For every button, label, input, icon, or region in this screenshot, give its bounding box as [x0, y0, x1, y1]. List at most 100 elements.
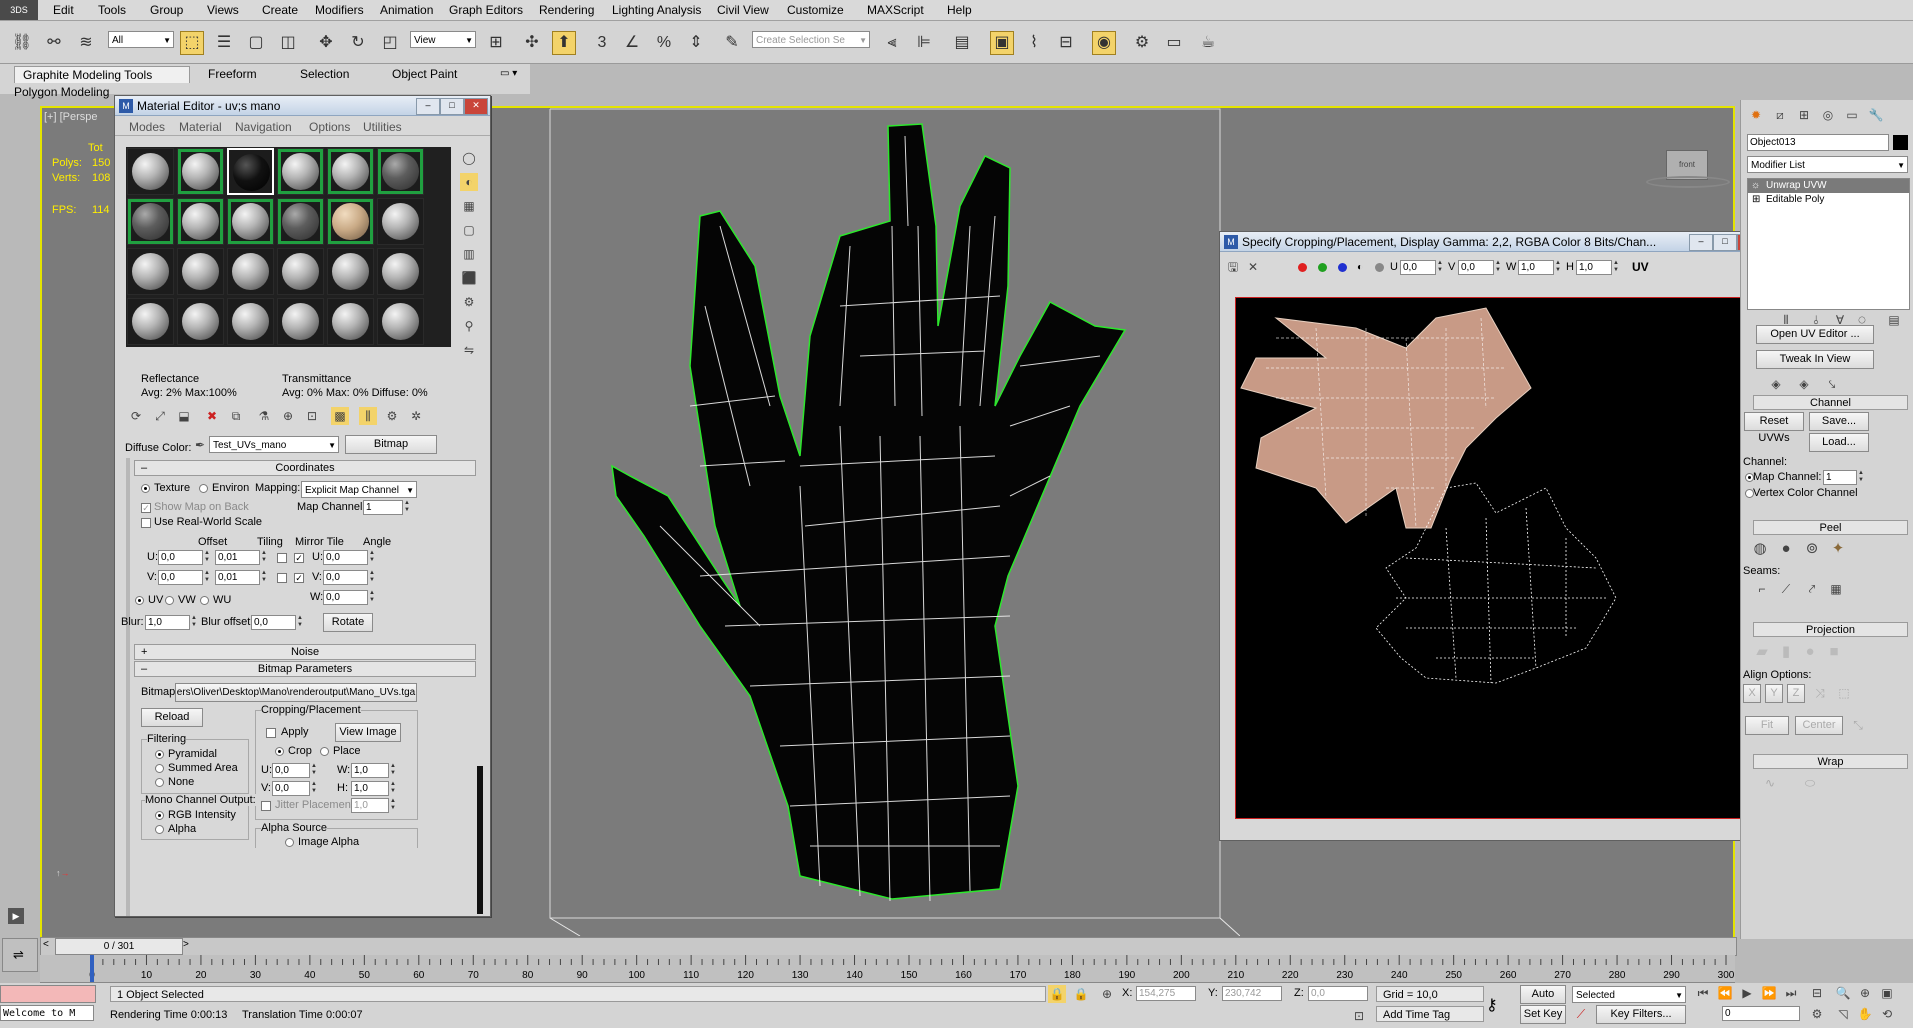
- menu-navigation[interactable]: Navigation: [235, 120, 292, 134]
- box-map-icon[interactable]: ■: [1825, 643, 1843, 661]
- u-offset-spinner[interactable]: ▲ ▼: [204, 550, 212, 565]
- point-to-point-seam-icon[interactable]: ⌐: [1753, 580, 1771, 598]
- material-editor-titlebar[interactable]: M Material Editor - uv;s mano – □ ✕: [115, 96, 490, 116]
- material-editor-icon[interactable]: ◉: [1092, 31, 1116, 55]
- goto-start-icon[interactable]: ⏮: [1694, 984, 1712, 1002]
- align-x-button[interactable]: X: [1743, 684, 1761, 703]
- viewport-label[interactable]: [+] [Perspe: [44, 111, 98, 123]
- move-icon[interactable]: ✥: [314, 31, 338, 55]
- u-tiling-input[interactable]: 0,01: [215, 550, 260, 565]
- quick-peel-icon[interactable]: ◍: [1751, 540, 1769, 558]
- y-coord-input[interactable]: 230,742: [1222, 986, 1282, 1001]
- display-tab-icon[interactable]: ▭: [1843, 106, 1861, 124]
- crop-win-h-input[interactable]: 1,0: [1576, 260, 1612, 275]
- material-id-channel-icon[interactable]: ⊕: [279, 407, 297, 425]
- bitmap-path-button[interactable]: ers\Oliver\Desktop\Mano\renderoutput\Man…: [175, 683, 417, 702]
- go-forward-sibling-icon[interactable]: ⚙: [383, 407, 401, 425]
- map-channel-spinner[interactable]: ▲ ▼: [1858, 470, 1866, 485]
- menu-graph-editors[interactable]: Graph Editors: [449, 3, 523, 17]
- zoom-extents-icon[interactable]: ▣: [1878, 984, 1896, 1002]
- bitmap-parameters-rollout-header[interactable]: – Bitmap Parameters: [134, 661, 476, 677]
- isolate-icon[interactable]: 🔒: [1072, 985, 1090, 1003]
- time-next-icon[interactable]: >: [183, 939, 189, 950]
- reload-button[interactable]: Reload: [141, 708, 203, 727]
- time-config-icon[interactable]: ⚙: [1808, 1005, 1826, 1023]
- graphite-toggle-icon[interactable]: ▣: [990, 31, 1014, 55]
- sample-type-icon[interactable]: ◯: [460, 149, 478, 167]
- crop-v-spinner[interactable]: ▲ ▼: [311, 781, 319, 796]
- uv-tool-icon[interactable]: ◈: [1767, 375, 1785, 393]
- sample-slot[interactable]: [127, 248, 174, 295]
- sample-slot[interactable]: [377, 248, 424, 295]
- crop-window-titlebar[interactable]: M Specify Cropping/Placement, Display Ga…: [1220, 232, 1763, 252]
- menu-maxscript[interactable]: MAXScript: [867, 3, 924, 17]
- minimize-button[interactable]: –: [416, 98, 440, 115]
- apply-checkbox[interactable]: [266, 728, 276, 738]
- selection-lock-icon[interactable]: 🔒: [1048, 985, 1066, 1003]
- app-logo[interactable]: 3DS: [0, 0, 38, 20]
- play-icon[interactable]: ▶: [1738, 984, 1756, 1002]
- sample-slot[interactable]: [277, 198, 324, 245]
- best-align-icon[interactable]: ⤨: [1811, 684, 1829, 702]
- jitter-placement-checkbox[interactable]: [261, 801, 271, 811]
- percent-snap-icon[interactable]: %: [652, 31, 676, 55]
- menu-edit[interactable]: Edit: [53, 3, 74, 17]
- mini-curve-editor-button[interactable]: ⇌: [2, 938, 38, 972]
- cylindrical-map-icon[interactable]: ▮: [1777, 643, 1795, 661]
- maximize-button[interactable]: □: [440, 98, 464, 115]
- blur-offset-input[interactable]: 0,0: [251, 615, 296, 630]
- prev-frame-icon[interactable]: ⏪: [1716, 984, 1734, 1002]
- w-angle-spinner[interactable]: ▲ ▼: [369, 590, 377, 605]
- menu-animation[interactable]: Animation: [380, 3, 433, 17]
- sample-slot[interactable]: [127, 148, 174, 195]
- maxscript-listener-white[interactable]: Welcome to M: [0, 1005, 94, 1021]
- lightbulb-icon[interactable]: ☼: [1751, 179, 1760, 193]
- key-mode-dropdown[interactable]: Selected ▼: [1572, 986, 1686, 1003]
- v-offset-spinner[interactable]: ▲ ▼: [204, 570, 212, 585]
- fit-button[interactable]: Fit: [1745, 716, 1789, 735]
- angle-snap-icon[interactable]: ∠: [620, 31, 644, 55]
- schematic-view-icon[interactable]: ⊟: [1054, 31, 1078, 55]
- current-frame-marker[interactable]: [90, 955, 94, 982]
- z-coord-input[interactable]: 0,0: [1308, 986, 1368, 1001]
- save-uvw-button[interactable]: Save...: [1809, 412, 1869, 431]
- material-editor-scrollbar[interactable]: [477, 766, 483, 914]
- edge-sel-to-seam-icon[interactable]: ⟋: [1777, 580, 1795, 598]
- crop-win-w-spinner[interactable]: ▲ ▼: [1555, 260, 1563, 275]
- pyramidal-radio[interactable]: [155, 750, 164, 759]
- v-tiling-spinner[interactable]: ▲ ▼: [261, 570, 269, 585]
- time-slider[interactable]: < 0 / 301 >: [40, 937, 1737, 956]
- reset-uvws-button[interactable]: Reset UVWs: [1744, 412, 1804, 444]
- mono-channel-icon[interactable]: [1375, 263, 1384, 272]
- map-channel-input[interactable]: 1: [1823, 470, 1857, 485]
- put-to-library-icon[interactable]: ⚗: [255, 407, 273, 425]
- menu-help[interactable]: Help: [947, 3, 972, 17]
- object-color-swatch[interactable]: [1893, 135, 1908, 150]
- sample-slot[interactable]: [277, 248, 324, 295]
- create-tab-icon[interactable]: ✹: [1747, 106, 1765, 124]
- load-uvw-button[interactable]: Load...: [1809, 433, 1869, 452]
- sample-slot[interactable]: [377, 198, 424, 245]
- field-of-view-icon[interactable]: ◹: [1834, 1005, 1852, 1023]
- green-channel-icon[interactable]: [1318, 263, 1327, 272]
- maxscript-listener-pink[interactable]: [0, 985, 96, 1003]
- peel-rollout-header[interactable]: Peel: [1753, 520, 1908, 535]
- add-time-tag[interactable]: Add Time Tag: [1376, 1006, 1484, 1022]
- seam-expand-icon[interactable]: ▦: [1827, 580, 1845, 598]
- crop-w-input[interactable]: 1,0: [351, 763, 389, 778]
- sample-slot[interactable]: [327, 198, 374, 245]
- play-viewport-icon[interactable]: ▶: [8, 908, 24, 924]
- align-view-icon[interactable]: ⬚: [1835, 684, 1853, 702]
- jitter-spinner[interactable]: ▲ ▼: [390, 798, 398, 813]
- sample-slot[interactable]: [277, 298, 324, 345]
- wu-radio[interactable]: [200, 596, 209, 605]
- rgb-intensity-radio[interactable]: [155, 811, 164, 820]
- add-time-tag-icon[interactable]: ⊡: [1350, 1007, 1368, 1025]
- tab-object-paint[interactable]: Object Paint: [384, 66, 465, 82]
- unfold-strip-icon[interactable]: ⬭: [1801, 774, 1819, 792]
- ribbon-options-icon[interactable]: ▭ ▾: [500, 68, 517, 79]
- seam-by-angle-icon[interactable]: ⤤: [1803, 580, 1821, 598]
- crop-win-u-spinner[interactable]: ▲ ▼: [1437, 260, 1445, 275]
- rectangular-selection-icon[interactable]: ▢: [244, 31, 268, 55]
- w-angle-input[interactable]: 0,0: [323, 590, 368, 605]
